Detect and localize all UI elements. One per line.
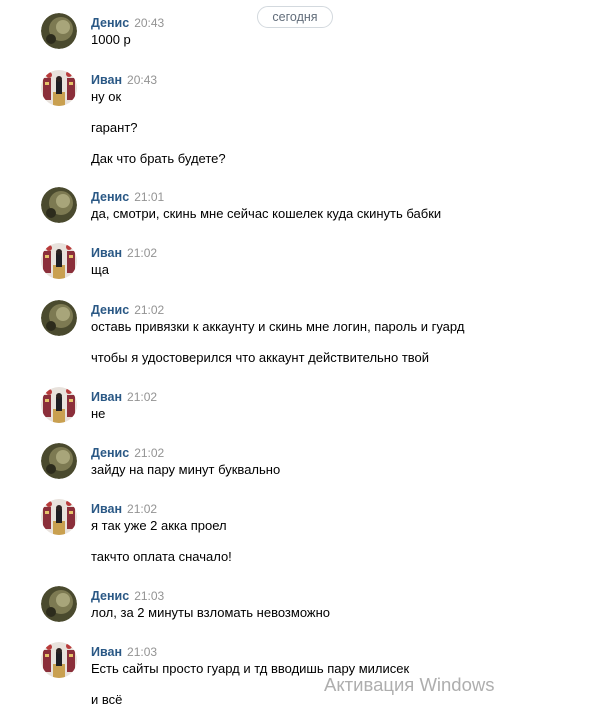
message-time[interactable]: 20:43 bbox=[127, 73, 157, 87]
avatar-denis[interactable] bbox=[41, 443, 77, 479]
avatar-denis[interactable] bbox=[41, 300, 77, 336]
message-content: Иван 20:43 ну ок гарант? Дак что брать будет… bbox=[91, 72, 561, 167]
message-header: Иван 21:02 bbox=[91, 389, 561, 405]
message-header: Денис 20:43 bbox=[91, 15, 561, 31]
message-time[interactable]: 21:02 bbox=[127, 246, 157, 260]
message-content: Иван 21:02 я так уже 2 акка проел такчто оп… bbox=[91, 501, 561, 565]
message-text: я так уже 2 акка проел bbox=[91, 518, 227, 533]
message-time[interactable]: 21:02 bbox=[127, 502, 157, 516]
author-name[interactable]: Денис bbox=[91, 446, 129, 460]
message-text: не bbox=[91, 406, 106, 421]
message-text: зайду на пару минут буквально bbox=[91, 462, 281, 477]
message-time[interactable]: 20:43 bbox=[134, 16, 164, 30]
message-content: Денис 21:02 оставь привязки к аккаунту и с… bbox=[91, 302, 561, 366]
avatar-denis[interactable] bbox=[41, 187, 77, 223]
avatar-denis[interactable] bbox=[41, 13, 77, 49]
message-text: Дак что брать будете? bbox=[91, 151, 226, 166]
message-time[interactable]: 21:02 bbox=[134, 446, 164, 460]
message-text: гарант? bbox=[91, 120, 138, 135]
author-name[interactable]: Иван bbox=[91, 73, 122, 87]
message-text: лол, за 2 минуты взломать невозможно bbox=[91, 605, 331, 620]
message-text: чтобы я удостоверился что аккаунт действ… bbox=[91, 350, 430, 365]
message-text: ща bbox=[91, 262, 109, 277]
author-name[interactable]: Иван bbox=[91, 645, 122, 659]
author-name[interactable]: Денис bbox=[91, 589, 129, 603]
message-time[interactable]: 21:02 bbox=[127, 390, 157, 404]
windows-activation-watermark: Активация Windows bbox=[324, 674, 495, 695]
avatar-ivan[interactable] bbox=[41, 387, 77, 423]
message-header: Денис 21:02 bbox=[91, 302, 561, 318]
message-text: такчто оплата сначало! bbox=[91, 549, 232, 564]
message-text: 1000 р bbox=[91, 32, 131, 47]
message-time[interactable]: 21:03 bbox=[134, 589, 164, 603]
author-name[interactable]: Иван bbox=[91, 502, 122, 516]
author-name[interactable]: Иван bbox=[91, 246, 122, 260]
message-header: Иван 21:02 bbox=[91, 501, 561, 517]
author-name[interactable]: Денис bbox=[91, 16, 129, 30]
message-header: Денис 21:03 bbox=[91, 588, 561, 604]
message-header: Денис 21:01 bbox=[91, 189, 561, 205]
message-text: ну ок bbox=[91, 89, 122, 104]
message-content: Денис 20:43 1000 р bbox=[91, 15, 561, 48]
message-time[interactable]: 21:03 bbox=[127, 645, 157, 659]
message-content: Денис 21:03 лол, за 2 минуты взломать нево… bbox=[91, 588, 561, 621]
message-text: да, смотри, скинь мне сейчас кошелек куд… bbox=[91, 206, 442, 221]
message-header: Иван 20:43 bbox=[91, 72, 561, 88]
message-content: Иван 21:02 не bbox=[91, 389, 561, 422]
message-time[interactable]: 21:01 bbox=[134, 190, 164, 204]
avatar-ivan[interactable] bbox=[41, 499, 77, 535]
avatar-ivan[interactable] bbox=[41, 70, 77, 106]
avatar-ivan[interactable] bbox=[41, 243, 77, 279]
message-text: оставь привязки к аккаунту и скинь мне л… bbox=[91, 319, 465, 334]
message-header: Иван 21:03 bbox=[91, 644, 561, 660]
message-header: Иван 21:02 bbox=[91, 245, 561, 261]
message-content: Иван 21:02 ща bbox=[91, 245, 561, 278]
message-content: Денис 21:01 да, смотри, скинь мне сейчас к… bbox=[91, 189, 561, 222]
author-name[interactable]: Денис bbox=[91, 303, 129, 317]
author-name[interactable]: Денис bbox=[91, 190, 129, 204]
message-content: Денис 21:02 зайду на пару минут буквально bbox=[91, 445, 561, 478]
avatar-denis[interactable] bbox=[41, 586, 77, 622]
avatar-ivan[interactable] bbox=[41, 642, 77, 678]
message-time[interactable]: 21:02 bbox=[134, 303, 164, 317]
message-header: Денис 21:02 bbox=[91, 445, 561, 461]
author-name[interactable]: Иван bbox=[91, 390, 122, 404]
